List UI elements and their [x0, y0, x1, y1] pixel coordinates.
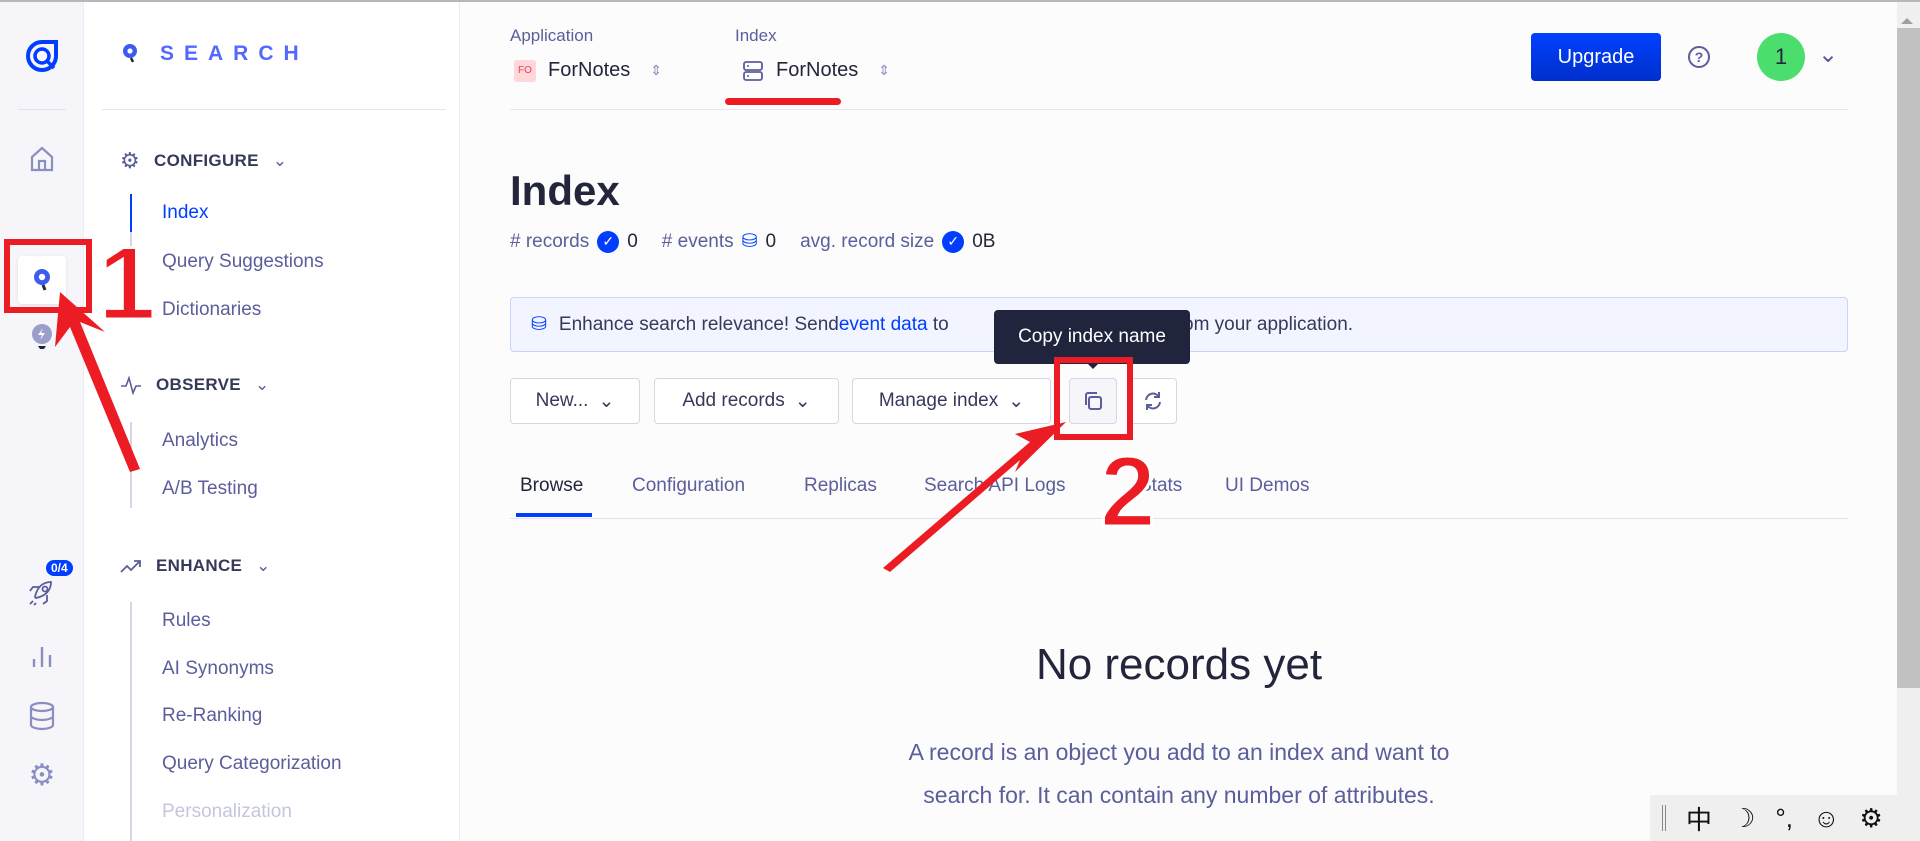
section-configure[interactable]: ⚙ CONFIGURE ⌄	[120, 148, 287, 174]
search-icon[interactable]	[18, 256, 66, 304]
section-enhance[interactable]: ENHANCE ⌄	[120, 556, 271, 576]
chevron-down-icon: ⌄	[254, 375, 270, 394]
chevron-down-icon: ⌄	[1008, 390, 1025, 412]
manage-index-button[interactable]: Manage index ⌄	[852, 378, 1051, 424]
chevron-down-icon[interactable]: ⌄	[1818, 40, 1838, 69]
chevron-down-icon: ⌄	[256, 556, 271, 575]
bar-chart-icon[interactable]	[22, 636, 62, 676]
tab-ui-demos[interactable]: UI Demos	[1225, 475, 1309, 497]
check-icon: ✓	[942, 230, 965, 253]
rocket-icon[interactable]	[22, 572, 62, 612]
new-button[interactable]: New... ⌄	[510, 378, 640, 424]
updown-chevron-icon: ⇕	[878, 62, 890, 78]
tooltip: Copy index name	[994, 310, 1190, 364]
application-avatar: FO	[514, 59, 536, 82]
sidebar-item-personalization[interactable]: Personalization	[162, 801, 292, 823]
empty-state-title: No records yet	[1035, 640, 1323, 689]
scrollbar-thumb[interactable]	[1897, 28, 1920, 688]
tab-replicas[interactable]: Replicas	[804, 475, 877, 497]
ime-toolbar: 中 ☽ °, ☺ ⚙	[1650, 795, 1920, 841]
section-observe[interactable]: OBSERVE ⌄	[120, 375, 269, 395]
sidebar-item-ab-testing[interactable]: A/B Testing	[162, 478, 258, 500]
copy-index-name-button[interactable]	[1069, 378, 1117, 424]
sidebar-item-query-suggestions[interactable]: Query Suggestions	[162, 251, 324, 273]
sidebar-item-analytics[interactable]: Analytics	[162, 430, 238, 452]
product-title: SEARCH	[122, 42, 309, 66]
main-content: Application FO ForNotes ⇕ Index ForNotes…	[510, 2, 1848, 841]
index-stats: # records ✓ 0 # events ⛁ 0 avg. record size ✓…	[510, 230, 996, 253]
database-icon: ⛁	[741, 231, 758, 252]
gear-icon[interactable]: ⚙	[1860, 803, 1883, 834]
scrollbar[interactable]	[1897, 2, 1920, 841]
annotation-number-2: 2	[1099, 436, 1158, 548]
search-logo-icon	[123, 44, 137, 63]
tab-search-api-logs[interactable]: Search API Logs	[924, 475, 1066, 497]
chevron-down-icon: ⌄	[794, 390, 811, 412]
sidebar-item-ai-synonyms[interactable]: AI Synonyms	[162, 658, 274, 680]
application-label: Application	[510, 26, 594, 45]
gear-icon[interactable]: ⚙	[22, 755, 62, 795]
refresh-icon	[1144, 392, 1161, 410]
algolia-logo-icon[interactable]	[22, 36, 62, 76]
sidebar-item-dictionaries[interactable]: Dictionaries	[162, 299, 261, 321]
icon-rail: 0/4 ⚙	[0, 2, 84, 841]
avatar[interactable]: 1	[1757, 33, 1805, 81]
sidebar-item-rules[interactable]: Rules	[162, 610, 211, 632]
copy-icon	[1085, 392, 1102, 410]
chevron-down-icon: ⌄	[598, 390, 615, 412]
moon-icon[interactable]: ☽	[1732, 803, 1755, 834]
annotation-underline	[725, 98, 841, 105]
sidebar-item-index[interactable]: Index	[162, 202, 208, 224]
sidebar: SEARCH ⚙ CONFIGURE ⌄ Index Query Suggesti…	[84, 2, 460, 841]
sidebar-item-query-categorization[interactable]: Query Categorization	[162, 753, 342, 775]
index-label: Index	[735, 26, 777, 45]
application-selector[interactable]: FO ForNotes ⇕	[514, 59, 662, 82]
upgrade-button[interactable]: Upgrade	[1531, 33, 1661, 81]
empty-state-description: A record is an object you add to an inde…	[908, 739, 1450, 808]
help-icon[interactable]: ?	[1688, 46, 1710, 68]
page-title: Index	[510, 167, 620, 214]
pulse-icon	[121, 375, 141, 395]
trend-up-icon	[120, 560, 141, 573]
tab-browse[interactable]: Browse	[520, 475, 583, 497]
chinese-mode-icon[interactable]: 中	[1686, 800, 1712, 837]
punctuation-icon[interactable]: °,	[1775, 803, 1793, 834]
index-selector[interactable]: ForNotes ⇕	[742, 59, 890, 82]
home-icon[interactable]	[22, 139, 62, 179]
server-icon	[743, 60, 763, 81]
lightbulb-icon[interactable]	[22, 317, 62, 357]
event-data-link[interactable]: event data	[839, 314, 928, 336]
emoji-icon[interactable]: ☺	[1813, 803, 1840, 834]
chevron-down-icon: ⌄	[272, 151, 288, 170]
refresh-button[interactable]	[1128, 378, 1177, 424]
add-records-button[interactable]: Add records ⌄	[654, 378, 839, 424]
check-icon: ✓	[597, 230, 620, 253]
gear-icon: ⚙	[120, 148, 141, 173]
tab-configuration[interactable]: Configuration	[632, 475, 745, 497]
onboarding-badge: 0/4	[46, 560, 73, 576]
database-icon[interactable]	[22, 696, 62, 736]
annotation-number-1: 1	[97, 226, 158, 342]
updown-chevron-icon: ⇕	[650, 62, 662, 78]
database-icon: ⛁	[531, 314, 547, 335]
sidebar-item-re-ranking[interactable]: Re-Ranking	[162, 705, 262, 727]
